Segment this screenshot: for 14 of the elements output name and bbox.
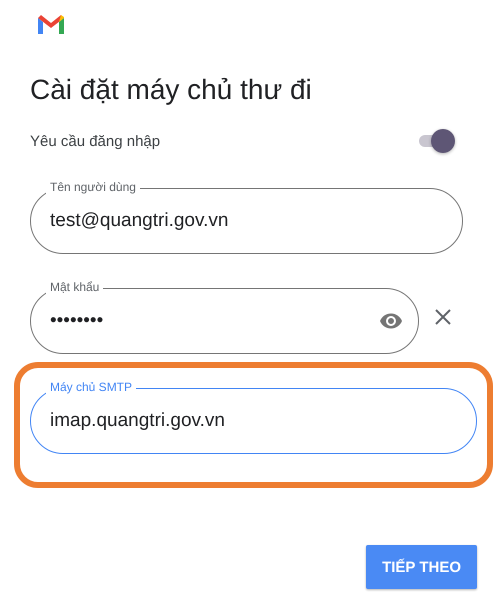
- field-value[interactable]: test@quangtri.gov.vn: [48, 209, 447, 233]
- toggle-switch[interactable]: [417, 128, 455, 154]
- input-field[interactable]: Máy chủ SMTP imap.quangtri.gov.vn: [30, 380, 477, 454]
- toggle-label: Yêu cầu đăng nhập: [30, 132, 160, 150]
- field-value[interactable]: ••••••••: [48, 309, 379, 333]
- field-label: Mật khẩu: [46, 280, 104, 295]
- field-value[interactable]: imap.quangtri.gov.vn: [48, 409, 461, 433]
- field-label: Tên người dùng: [46, 180, 140, 195]
- close-icon[interactable]: [433, 307, 453, 327]
- input-field[interactable]: Mật khẩu ••••••••: [30, 280, 419, 354]
- input-field[interactable]: Tên người dùng test@quangtri.gov.vn: [30, 180, 463, 254]
- field-label: Máy chủ SMTP: [46, 380, 136, 395]
- page-title: Cài đặt máy chủ thư đi: [30, 74, 313, 106]
- mail-logo: [36, 12, 66, 36]
